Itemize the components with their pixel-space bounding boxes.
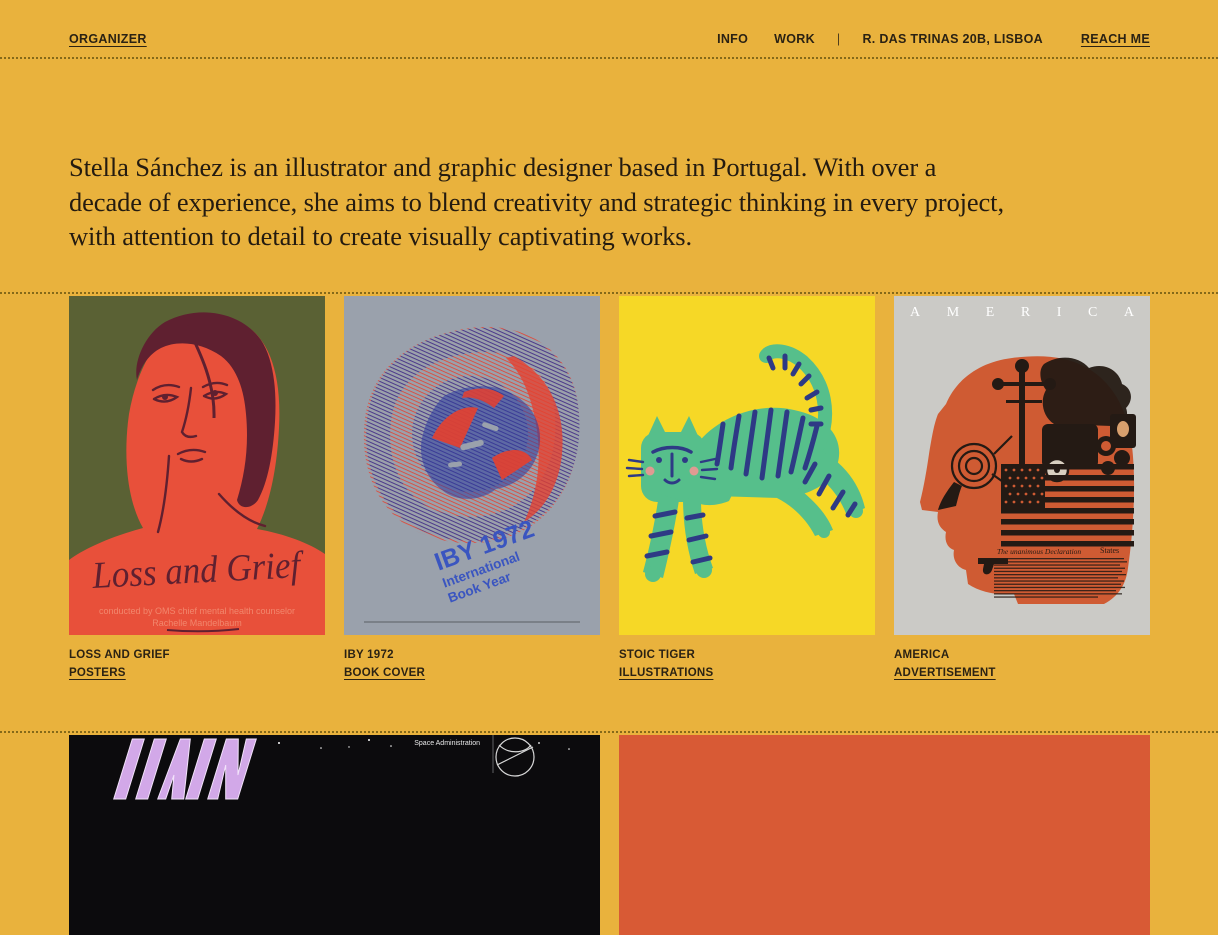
project-thumbnail-iby-1972[interactable]: IBY 1972 International Book Year	[344, 296, 600, 635]
project-thumbnail-america[interactable]: AMERICA	[894, 296, 1150, 635]
america-poster-art: AMERICA	[894, 296, 1150, 635]
project-title: AMERICA	[894, 648, 1150, 663]
address-text: R. DAS TRINAS 20B, LISBOA	[862, 32, 1042, 46]
project-card-loss-and-grief: Loss and Grief conducted by OMS chief me…	[69, 296, 325, 681]
stoic-tiger-poster-art	[619, 296, 875, 635]
nav-separator: |	[837, 32, 841, 46]
dotted-divider-bottom	[0, 731, 1218, 733]
project-grid: Loss and Grief conducted by OMS chief me…	[69, 296, 1150, 681]
project-grid-row-2: Space Administration	[69, 735, 1150, 935]
project-title: LOSS AND GRIEF	[69, 648, 325, 663]
project-card-iby-1972: IBY 1972 International Book Year IBY 197…	[344, 296, 600, 681]
project-title: IBY 1972	[344, 648, 600, 663]
project-category-link[interactable]: ADVERTISEMENT	[894, 666, 996, 681]
iby-1972-poster-art: IBY 1972 International Book Year	[344, 296, 600, 635]
declaration-states: States	[1100, 546, 1119, 555]
space-administration-caption: Space Administration	[414, 740, 480, 747]
loss-and-grief-poster-art: Loss and Grief conducted by OMS chief me…	[69, 296, 325, 635]
project-card-stoic-tiger: STOIC TIGER ILLUSTRATIONS	[619, 296, 875, 681]
project-thumbnail-loss-and-grief[interactable]: Loss and Grief conducted by OMS chief me…	[69, 296, 325, 635]
declaration-title: The unanimous Declaration	[997, 547, 1081, 556]
project-thumbnail-stoic-tiger[interactable]	[619, 296, 875, 635]
poster-credit-line-1: conducted by OMS chief mental health cou…	[99, 606, 295, 616]
intro-line-1: Stella Sánchez is an illustrator and gra…	[69, 150, 1178, 185]
dotted-divider-grid	[0, 292, 1218, 294]
project-category-link[interactable]: BOOK COVER	[344, 666, 425, 681]
project-category-link[interactable]: POSTERS	[69, 666, 126, 681]
site-header: ORGANIZER INFO WORK | R. DAS TRINAS 20B,…	[0, 0, 1218, 57]
intro-paragraph: Stella Sánchez is an illustrator and gra…	[69, 150, 1178, 254]
project-thumbnail-space[interactable]: Space Administration	[69, 735, 600, 935]
dotted-divider-top	[0, 57, 1218, 59]
nav-item-info[interactable]: INFO	[717, 32, 748, 46]
intro-line-3: with attention to detail to create visua…	[69, 219, 1178, 254]
project-title: STOIC TIGER	[619, 648, 875, 663]
project-thumbnail-orange[interactable]	[619, 735, 1150, 935]
reach-me-link[interactable]: REACH ME	[1081, 32, 1150, 46]
poster-credit-line-2: Rachelle Mandelbaum	[152, 618, 242, 628]
header-nav: INFO WORK | R. DAS TRINAS 20B, LISBOA RE…	[691, 32, 1150, 46]
project-category-link[interactable]: ILLUSTRATIONS	[619, 666, 713, 681]
logo-link[interactable]: ORGANIZER	[69, 32, 147, 46]
nav-item-work[interactable]: WORK	[774, 32, 815, 46]
project-card-america: AMERICA	[894, 296, 1150, 681]
intro-line-2: decade of experience, she aims to blend …	[69, 185, 1178, 220]
space-poster-art: Space Administration	[69, 735, 600, 935]
